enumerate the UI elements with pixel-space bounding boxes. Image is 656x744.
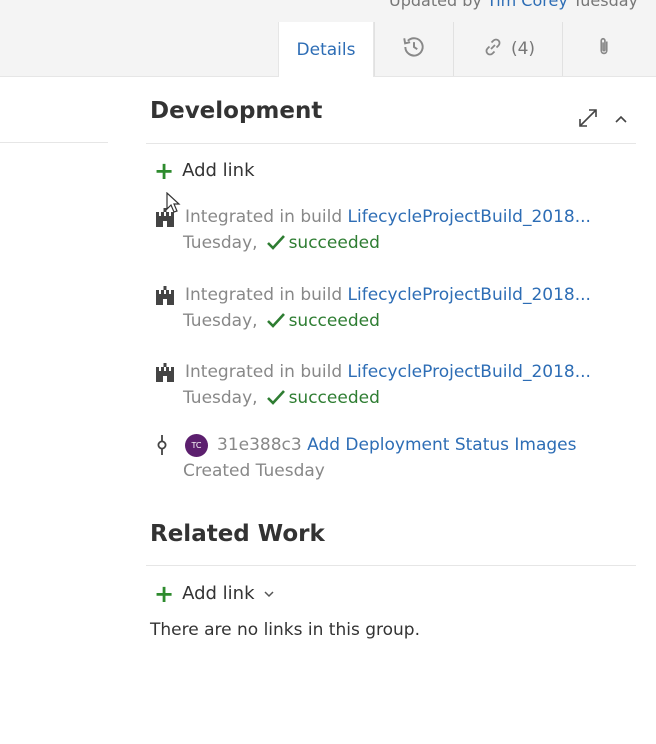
build-castle-icon [154, 361, 180, 383]
chevron-down-icon [263, 583, 275, 604]
build-status: succeeded [266, 388, 380, 408]
history-icon [401, 34, 427, 65]
commit-hash: 31e388c3 [217, 435, 302, 455]
add-link-label: Add link [182, 583, 255, 604]
updated-info: Updated by Tim Corey Tuesday [389, 0, 638, 10]
build-name-link[interactable]: LifecycleProjectBuild_2018... [348, 362, 591, 382]
development-add-link-button[interactable]: + Add link [154, 156, 255, 185]
updated-by-link[interactable]: Tim Corey [487, 0, 568, 10]
add-link-label: Add link [182, 160, 255, 181]
build-date: Tuesday, [183, 311, 258, 331]
tab-links[interactable]: (4) [453, 22, 562, 76]
tab-details-label: Details [296, 39, 356, 60]
tab-details[interactable]: Details [278, 22, 374, 77]
related-work-empty-message: There are no links in this group. [150, 620, 420, 640]
build-status-text: succeeded [288, 233, 380, 253]
check-icon [266, 235, 285, 250]
development-actions [576, 106, 628, 134]
commit-message-link[interactable]: Add Deployment Status Images [307, 435, 576, 455]
commit-icon [154, 434, 180, 456]
related-work-add-link-button[interactable]: + Add link [154, 579, 275, 608]
build-link-item: Integrated in build LifecycleProjectBuil… [154, 282, 624, 334]
commit-link-item: TC 31e388c3 Add Deployment Status Images… [154, 432, 624, 484]
build-castle-icon [154, 284, 180, 306]
tab-bar: Details (4) [278, 22, 645, 77]
links-count: (4) [510, 39, 536, 59]
build-date: Tuesday, [183, 388, 258, 408]
left-panel-divider [0, 142, 108, 143]
expand-icon[interactable] [576, 106, 600, 134]
development-title: Development [150, 98, 323, 124]
tab-history[interactable] [374, 22, 453, 76]
attachment-icon [593, 34, 615, 65]
related-work-divider [146, 565, 636, 566]
build-name-link[interactable]: LifecycleProjectBuild_2018... [348, 207, 591, 227]
mouse-cursor-icon [166, 191, 182, 218]
updated-when: Tuesday [572, 0, 638, 10]
link-icon [481, 35, 505, 64]
build-date: Tuesday, [183, 233, 258, 253]
build-prefix: Integrated in build [185, 207, 343, 227]
check-icon [266, 313, 285, 328]
build-link-item: Integrated in build LifecycleProjectBuil… [154, 204, 624, 256]
build-status-text: succeeded [288, 311, 380, 331]
build-status: succeeded [266, 311, 380, 331]
build-status-text: succeeded [288, 388, 380, 408]
development-divider [146, 143, 636, 144]
tab-attachments[interactable] [562, 22, 645, 76]
plus-icon: + [154, 156, 175, 185]
build-status: succeeded [266, 233, 380, 253]
build-prefix: Integrated in build [185, 362, 343, 382]
build-link-item: Integrated in build LifecycleProjectBuil… [154, 359, 624, 411]
collapse-chevron-icon[interactable] [614, 111, 628, 130]
updated-prefix: Updated by [389, 0, 482, 10]
plus-icon: + [154, 579, 175, 608]
commit-created: Created Tuesday [183, 461, 325, 481]
build-name-link[interactable]: LifecycleProjectBuild_2018... [348, 285, 591, 305]
check-icon [266, 390, 285, 405]
build-prefix: Integrated in build [185, 285, 343, 305]
related-work-title: Related Work [150, 521, 325, 547]
work-item-header: Updated by Tim Corey Tuesday Details (4) [0, 0, 656, 77]
avatar: TC [185, 433, 208, 457]
